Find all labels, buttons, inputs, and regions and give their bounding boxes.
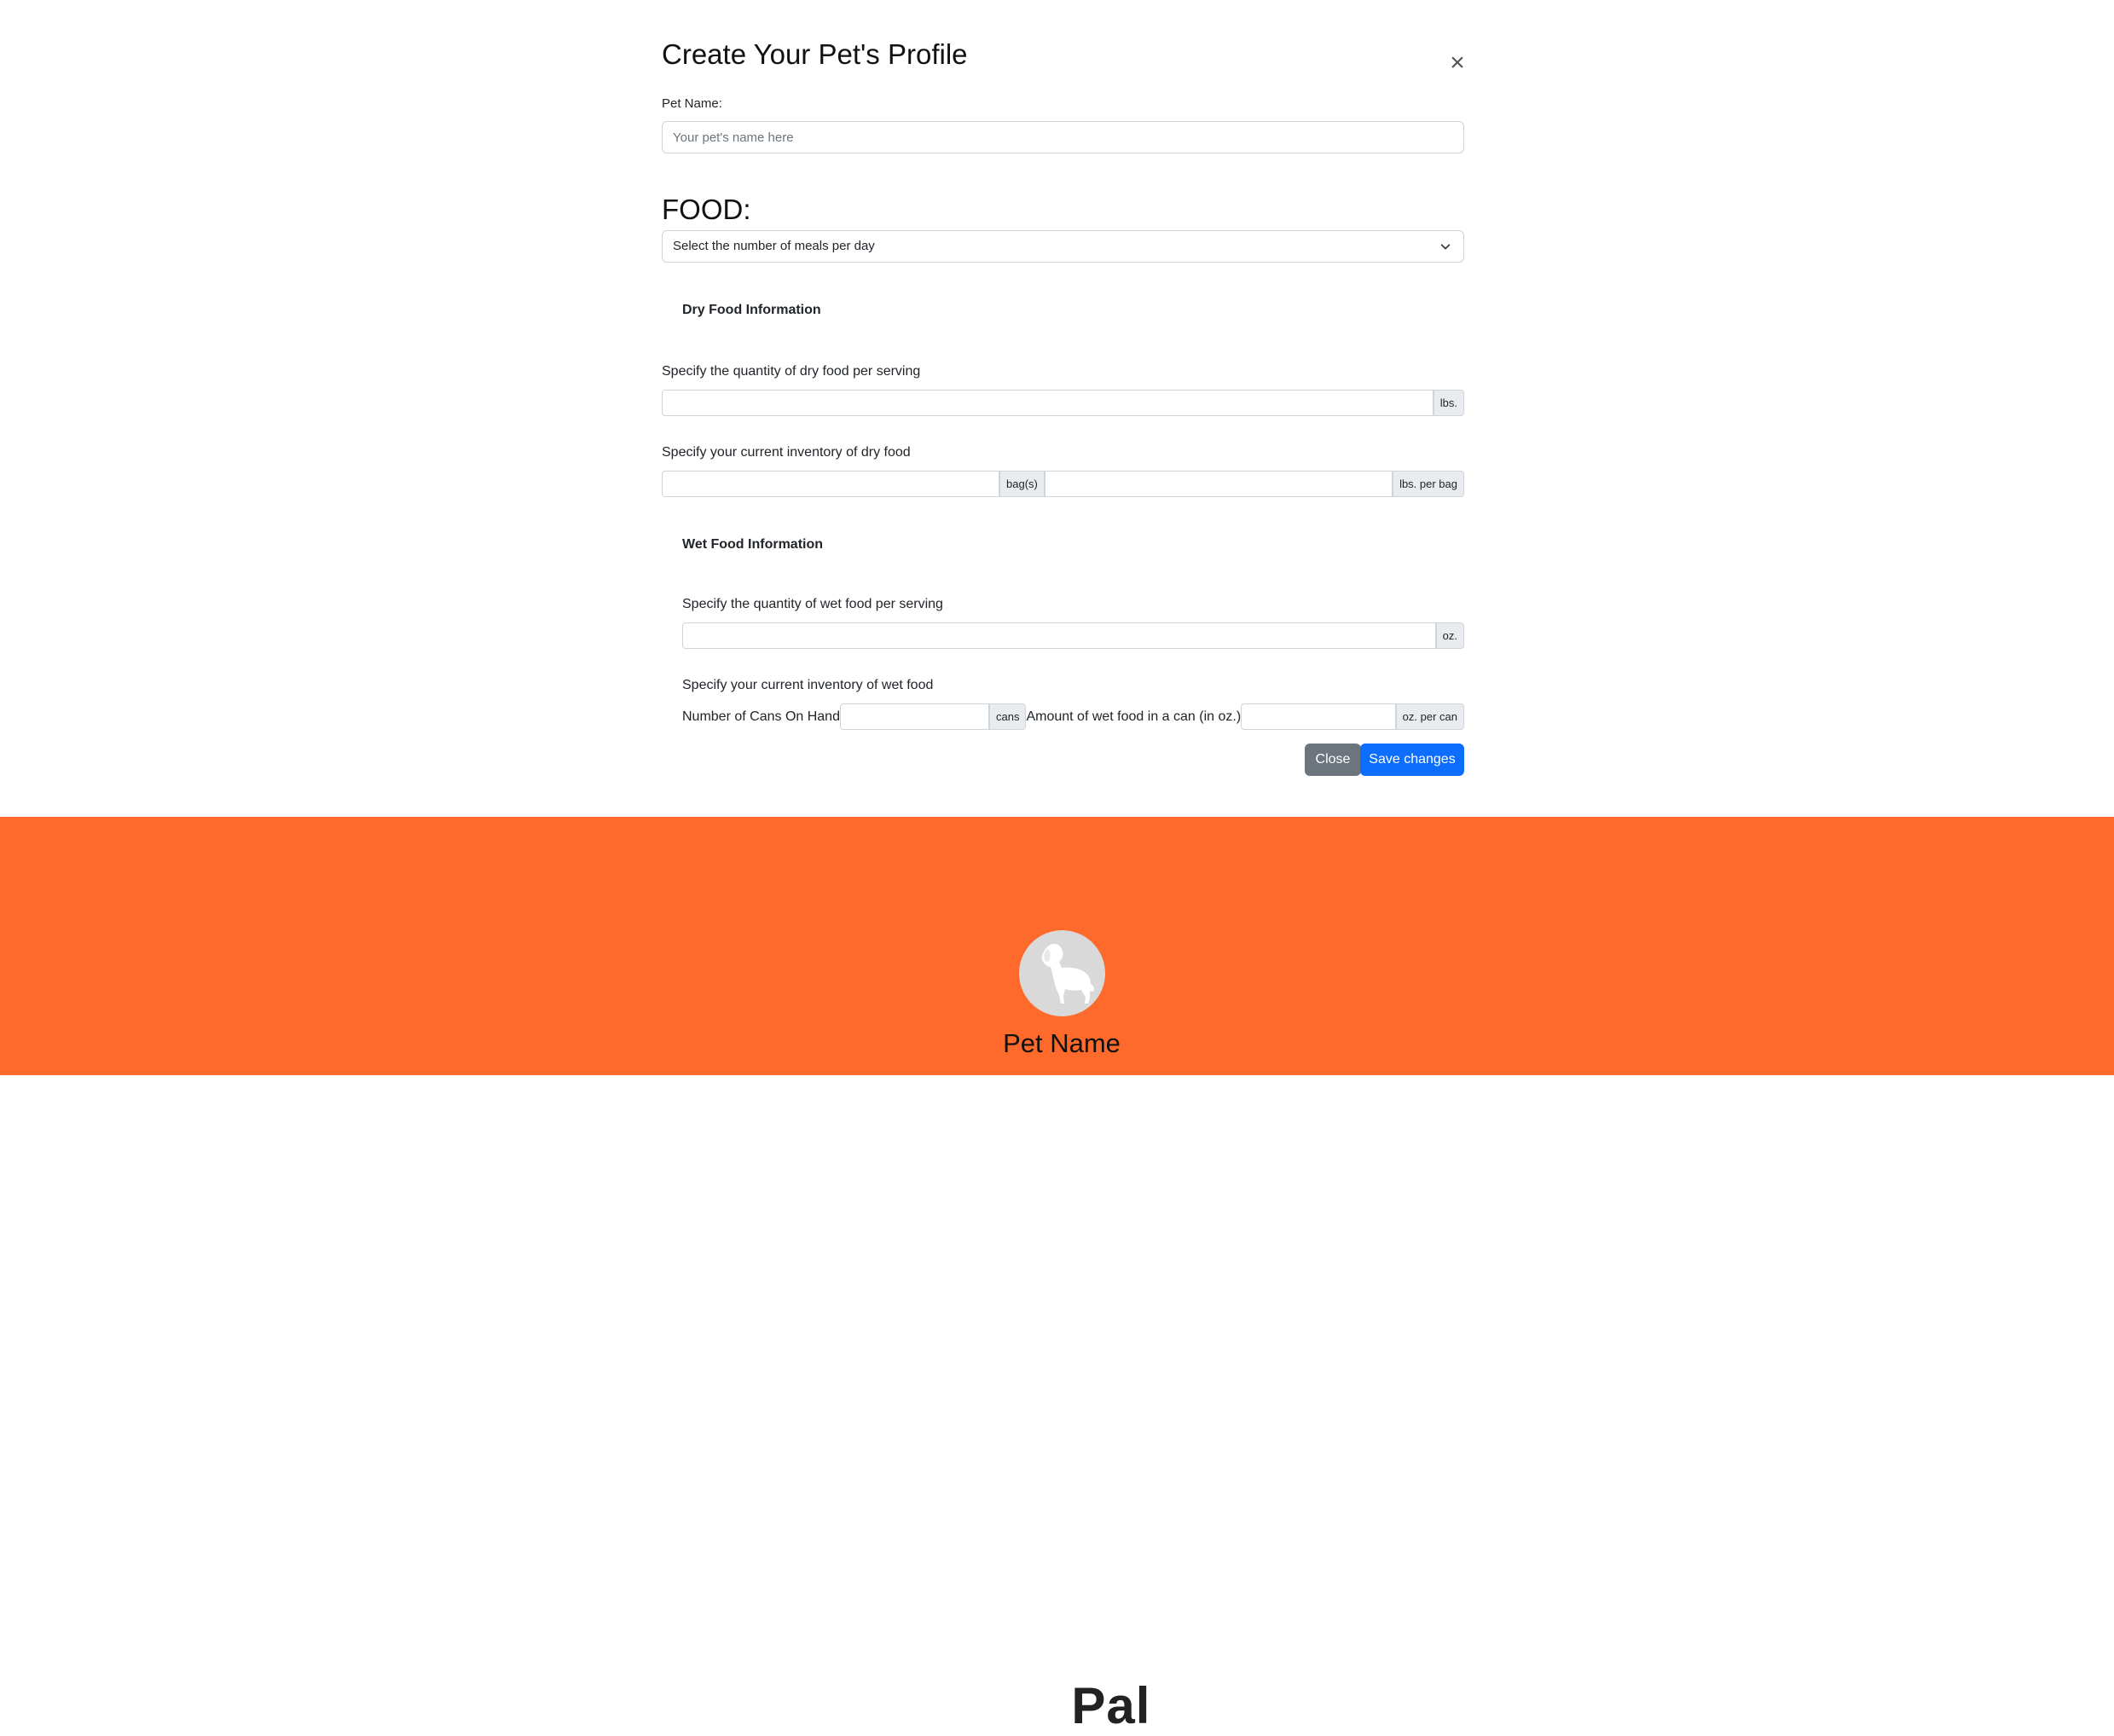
amount-per-can-label: Amount of wet food in a can (in oz.): [1026, 709, 1242, 724]
dry-lbs-per-bag-input[interactable]: [1044, 471, 1393, 497]
wet-qty-label: Specify the quantity of wet food per ser…: [682, 597, 943, 611]
wet-qty-input[interactable]: [682, 622, 1436, 649]
save-changes-button[interactable]: Save changes: [1360, 744, 1464, 776]
dry-food-heading: Dry Food Information: [682, 303, 821, 317]
amount-per-can-input[interactable]: [1241, 703, 1396, 730]
close-icon[interactable]: ×: [1445, 50, 1469, 76]
chevron-down-icon: [1440, 244, 1451, 250]
brand-part-pet: Pet: [989, 1677, 1072, 1734]
dry-inventory-group: bag(s) lbs. per bag: [662, 471, 1464, 497]
wet-inventory-group: Number of Cans On Hand cans Amount of we…: [682, 703, 1464, 730]
meals-select-value: Select the number of meals per day: [673, 239, 875, 253]
cans-on-hand-label: Number of Cans On Hand: [682, 709, 840, 724]
dry-qty-label: Specify the quantity of dry food per ser…: [662, 364, 921, 379]
dry-lbs-per-bag-unit: lbs. per bag: [1393, 471, 1464, 497]
dry-bags-input[interactable]: [662, 471, 999, 497]
wet-inventory-label: Specify your current inventory of wet fo…: [682, 678, 934, 692]
cans-on-hand-input[interactable]: [839, 703, 989, 730]
wet-food-heading: Wet Food Information: [682, 537, 824, 552]
pet-name-label: Pet Name:: [662, 96, 722, 111]
avatar: [1019, 930, 1105, 1016]
footer-pet-name: Pet Name: [1003, 1028, 1121, 1058]
dog-icon: [1041, 944, 1094, 1004]
dry-qty-unit: lbs.: [1433, 390, 1464, 416]
dry-bags-unit: bag(s): [999, 471, 1045, 497]
meals-per-day-select[interactable]: Select the number of meals per day: [662, 230, 1464, 263]
close-button[interactable]: Close: [1305, 744, 1361, 776]
modal-title: Create Your Pet's Profile: [662, 38, 968, 70]
food-heading: FOOD:: [662, 194, 751, 225]
dry-inventory-label: Specify your current inventory of dry fo…: [662, 445, 911, 460]
petpal-logo: PetPal: [989, 1676, 1150, 1736]
cans-unit: cans: [988, 703, 1027, 730]
pet-name-input[interactable]: [662, 121, 1464, 153]
dry-qty-input[interactable]: [662, 390, 1433, 416]
wet-qty-unit: oz.: [1435, 622, 1464, 649]
brand-part-pal: Pal: [1071, 1677, 1151, 1734]
oz-per-can-unit: oz. per can: [1395, 703, 1464, 730]
wet-qty-group: oz.: [682, 622, 1464, 649]
pet-profile-modal: Create Your Pet's Profile × Pet Name: FO…: [662, 0, 1465, 817]
dry-qty-group: lbs.: [662, 390, 1464, 416]
